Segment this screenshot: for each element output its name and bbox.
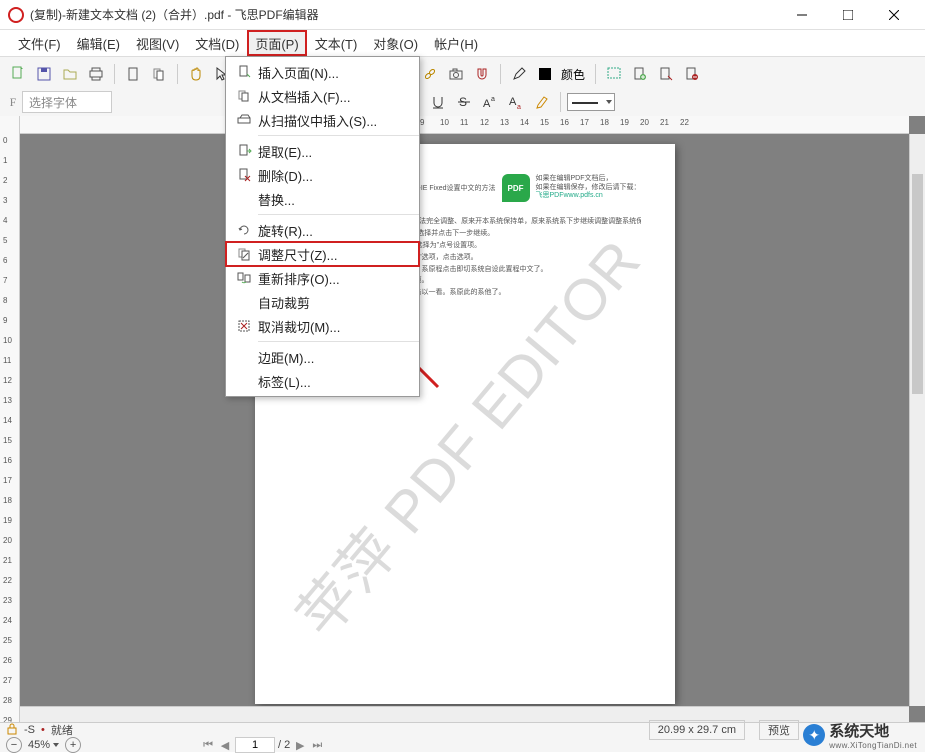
menu-replace[interactable]: 替换...: [226, 187, 419, 211]
status-bar: -S • 就绪 20.99 x 29.7 cm 预览 − 45% + ⏮ ◀ /…: [0, 722, 925, 752]
underline-icon[interactable]: [426, 90, 450, 114]
reorder-icon: [230, 270, 258, 286]
strikeout-icon[interactable]: S: [452, 90, 476, 114]
page-navigation: ⏮ ◀ / 2 ▶ ⏭: [201, 737, 324, 753]
first-page-button[interactable]: ⏮: [201, 738, 215, 752]
pages-icon[interactable]: [147, 62, 171, 86]
fill-color-icon[interactable]: [533, 62, 557, 86]
menu-object[interactable]: 对象(O): [365, 30, 426, 56]
cancel-crop-icon: [230, 318, 258, 334]
pdf-badge-icon: PDF: [502, 174, 530, 202]
scanner-icon: [230, 112, 258, 128]
maximize-button[interactable]: [825, 0, 871, 30]
menu-labels[interactable]: 标签(L)...: [226, 369, 419, 393]
menu-extract[interactable]: 提取(E)...: [226, 139, 419, 163]
menu-page[interactable]: 页面(P): [247, 30, 306, 56]
app-icon: [8, 7, 24, 23]
camera-icon[interactable]: [444, 62, 468, 86]
svg-text:a: a: [491, 96, 495, 103]
close-button[interactable]: [871, 0, 917, 30]
title-bar: (复制)-新建文本文档 (2)（合并）.pdf - 飞思PDF编辑器: [0, 0, 925, 30]
menu-reorder[interactable]: 重新排序(O)...: [226, 266, 419, 290]
page-menu-dropdown: 插入页面(N)... 从文档插入(F)... 从扫描仪中插入(S)... 提取(…: [225, 56, 420, 397]
svg-text:A: A: [509, 96, 517, 108]
remove-page-icon[interactable]: [680, 62, 704, 86]
last-page-button[interactable]: ⏭: [310, 738, 324, 752]
link-icon[interactable]: [418, 62, 442, 86]
rotate-icon: [230, 222, 258, 238]
zoom-out-button[interactable]: −: [6, 737, 22, 753]
work-area: 012345678910111213141516171819202122 012…: [0, 116, 925, 722]
status-ready: 就绪: [51, 722, 73, 738]
menu-insert-from-scanner[interactable]: 从扫描仪中插入(S)...: [226, 108, 419, 132]
open-icon[interactable]: [58, 62, 82, 86]
superscript-icon[interactable]: Aa: [478, 90, 502, 114]
site-logo-icon: ✦: [803, 724, 825, 746]
lock-icon: [6, 723, 18, 738]
menu-delete[interactable]: 删除(D)...: [226, 163, 419, 187]
page-icon[interactable]: [121, 62, 145, 86]
hand-icon[interactable]: [184, 62, 208, 86]
zoom-value[interactable]: 45%: [28, 739, 59, 751]
minimize-button[interactable]: [779, 0, 825, 30]
page-settings-icon[interactable]: [654, 62, 678, 86]
menu-margins[interactable]: 边距(M)...: [226, 345, 419, 369]
page-number-input[interactable]: [235, 737, 275, 753]
magnet-icon[interactable]: [470, 62, 494, 86]
site-logo-text: 系统天地: [829, 720, 917, 741]
font-select[interactable]: 选择字体: [22, 91, 112, 113]
next-page-button[interactable]: ▶: [293, 738, 307, 752]
subscript-icon[interactable]: Aa: [504, 90, 528, 114]
menu-file[interactable]: 文件(F): [10, 30, 69, 56]
toolbar-area: 颜色 F 选择字体 S Aa Aa: [0, 56, 925, 120]
insert-page-icon: [230, 64, 258, 80]
pen-icon[interactable]: [507, 62, 531, 86]
window-title: (复制)-新建文本文档 (2)（合并）.pdf - 飞思PDF编辑器: [30, 6, 779, 23]
print-icon[interactable]: [84, 62, 108, 86]
secure-bullet: -S: [24, 724, 35, 736]
menu-text[interactable]: 文本(T): [307, 30, 366, 56]
svg-text:a: a: [517, 104, 521, 110]
page-total: / 2: [278, 739, 290, 751]
zoom-in-button[interactable]: +: [65, 737, 81, 753]
menu-bar: 文件(F) 编辑(E) 视图(V) 文档(D) 页面(P) 文本(T) 对象(O…: [0, 30, 925, 56]
menu-view[interactable]: 视图(V): [128, 30, 187, 56]
menu-cancel-crop[interactable]: 取消裁切(M)...: [226, 314, 419, 338]
menu-resize[interactable]: 调整尺寸(Z)...: [226, 242, 419, 266]
delete-icon: [230, 167, 258, 183]
document-canvas[interactable]: IE Fixed怎么设置中文-IE Fixed设置中文的方法 PDF 如果在编辑…: [20, 134, 909, 706]
extract-icon: [230, 143, 258, 159]
menu-rotate[interactable]: 旋转(R)...: [226, 218, 419, 242]
line-style-select[interactable]: [567, 93, 615, 111]
menu-insert-from-doc[interactable]: 从文档插入(F)...: [226, 84, 419, 108]
add-page-icon[interactable]: [628, 62, 652, 86]
save-icon[interactable]: [32, 62, 56, 86]
color-label: 颜色: [559, 66, 589, 83]
page-dimensions: 20.99 x 29.7 cm: [649, 720, 745, 740]
preview-button[interactable]: 预览: [759, 720, 799, 740]
font-placeholder: 选择字体: [29, 94, 77, 111]
menu-account[interactable]: 帐户(H): [426, 30, 486, 56]
page-header-info: 如果在编辑PDF文档后， 如果在编辑保存，修改后请下载： 飞思PDFwww.pd…: [536, 175, 641, 200]
site-logo-url: www.XiTongTianDi.net: [829, 741, 917, 750]
menu-auto-crop[interactable]: 自动裁剪: [226, 290, 419, 314]
prev-page-button[interactable]: ◀: [218, 738, 232, 752]
zoom-controls: − 45% +: [6, 737, 81, 753]
new-icon[interactable]: [6, 62, 30, 86]
menu-document[interactable]: 文档(D): [187, 30, 247, 56]
svg-text:A: A: [483, 98, 491, 110]
resize-icon: [230, 246, 258, 262]
insert-doc-icon: [230, 88, 258, 104]
site-watermark: ✦ 系统天地 www.XiTongTianDi.net: [803, 720, 917, 750]
highlight-icon[interactable]: [530, 90, 554, 114]
vertical-scrollbar[interactable]: [909, 134, 925, 706]
vertical-ruler: 0123456789101112131415161718192021222324…: [0, 116, 20, 722]
rect-select-icon[interactable]: [602, 62, 626, 86]
menu-edit[interactable]: 编辑(E): [69, 30, 128, 56]
menu-insert-page[interactable]: 插入页面(N)...: [226, 60, 419, 84]
horizontal-ruler: 012345678910111213141516171819202122: [20, 116, 909, 134]
